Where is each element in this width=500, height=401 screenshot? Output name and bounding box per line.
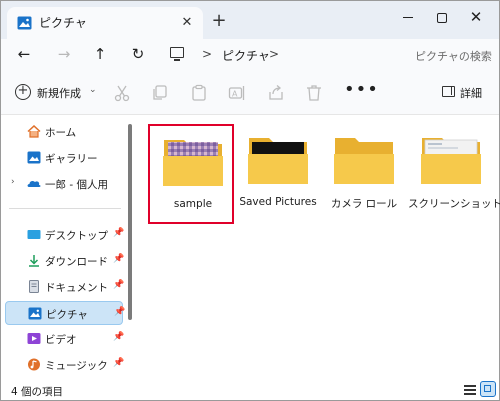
folder-icon — [163, 140, 223, 186]
sidebar-divider — [9, 208, 121, 209]
breadcrumb-pictures[interactable]: ピクチャ — [222, 47, 270, 64]
sidebar-item-label: ダウンロード — [45, 256, 108, 268]
sidebar-scrollbar[interactable] — [127, 116, 133, 378]
music-icon — [28, 358, 40, 371]
video-icon — [27, 333, 41, 344]
onedrive-icon — [27, 180, 41, 187]
folder-item-sample[interactable]: sample — [148, 124, 234, 224]
expand-chevron-icon[interactable]: › — [11, 177, 15, 187]
home-icon — [27, 125, 41, 138]
folder-item-camera-roll[interactable]: カメラ ロール — [321, 124, 407, 224]
sidebar-item-downloads[interactable]: ダウンロード 📌 — [5, 249, 124, 273]
sidebar-item-label: ミュージック — [45, 360, 108, 372]
download-icon — [29, 255, 39, 267]
folder-name: Saved Pictures — [239, 196, 317, 208]
document-icon — [29, 280, 39, 293]
tiles-view-button[interactable] — [480, 381, 496, 397]
sidebar-item-onedrive[interactable]: › 一郎 - 個人用 — [5, 172, 123, 196]
folder-icon — [334, 138, 394, 184]
delete-icon[interactable] — [305, 84, 323, 102]
sidebar-item-gallery[interactable]: ギャラリー — [5, 146, 123, 170]
status-bar: 4 個の項目 — [1, 378, 499, 400]
folder-name: sample — [173, 198, 213, 210]
tab-pictures[interactable]: ピクチャ ✕ — [7, 7, 203, 39]
pictures-icon — [17, 16, 32, 30]
more-options-button[interactable]: ••• — [344, 81, 378, 103]
sidebar-item-label: ビデオ — [45, 334, 77, 346]
command-bar: + 新規作成 ⌄ A ••• 詳細 — [1, 69, 499, 115]
sidebar-item-music[interactable]: ミュージック 📌 — [5, 353, 124, 377]
pin-icon[interactable]: 📌 — [113, 332, 124, 342]
sidebar-item-label: ギャラリー — [45, 153, 98, 165]
breadcrumb-separator[interactable]: > — [202, 47, 212, 61]
maximize-icon — [437, 12, 447, 23]
folder-name: スクリーンショット — [408, 198, 500, 210]
pin-icon[interactable]: 📌 — [113, 254, 124, 264]
sidebar-item-videos[interactable]: ビデオ 📌 — [5, 327, 124, 351]
pin-icon[interactable]: 📌 — [113, 228, 124, 238]
title-bar: ピクチャ ✕ + ✕ — [1, 1, 499, 39]
folder-icon — [248, 138, 308, 184]
copy-icon[interactable] — [151, 84, 169, 102]
sidebar-item-home[interactable]: ホーム — [5, 120, 123, 144]
address-row: ← → ↑ ↻ > ピクチャ > ピクチャの検索 — [1, 39, 499, 69]
desktop-icon — [27, 230, 41, 239]
details-button[interactable]: 詳細 — [438, 81, 498, 103]
pin-icon[interactable]: 📌 — [114, 307, 125, 317]
tab-title: ピクチャ — [39, 16, 87, 30]
plus-circle-icon: + — [15, 84, 31, 100]
sidebar-item-documents[interactable]: ドキュメント 📌 — [5, 275, 124, 299]
search-placeholder: ピクチャの検索 — [415, 50, 492, 63]
search-input[interactable]: ピクチャの検索 — [401, 43, 499, 67]
up-button[interactable]: ↑ — [87, 41, 113, 67]
sidebar-item-label: ピクチャ — [46, 309, 88, 321]
file-list: sample Saved Pictures カメラ ロール スクリーンショット — [136, 116, 500, 378]
new-item-label: 新規作成 — [37, 87, 81, 100]
cut-icon[interactable] — [113, 84, 131, 102]
refresh-button[interactable]: ↻ — [125, 41, 151, 67]
details-pane-icon — [442, 86, 455, 97]
gallery-icon — [27, 151, 41, 164]
pin-icon[interactable]: 📌 — [113, 280, 124, 290]
sidebar-item-label: デスクトップ — [45, 230, 108, 242]
folder-name: カメラ ロール — [330, 198, 398, 210]
breadcrumb-separator-end[interactable]: > — [269, 47, 279, 61]
sidebar-item-pictures[interactable]: ピクチャ 📌 — [5, 301, 125, 325]
folder-item-screenshots[interactable]: スクリーンショット — [408, 124, 500, 224]
details-label: 詳細 — [460, 87, 482, 100]
sidebar-item-desktop[interactable]: デスクトップ 📌 — [5, 223, 124, 247]
share-icon[interactable] — [267, 84, 285, 102]
scrollbar-thumb[interactable] — [128, 124, 132, 320]
forward-button[interactable]: → — [51, 41, 77, 67]
address-bar[interactable]: > ピクチャ > — [166, 43, 394, 67]
new-tab-button[interactable]: + — [209, 11, 229, 31]
sidebar-item-label: ドキュメント — [45, 282, 108, 294]
maximize-button[interactable] — [425, 5, 459, 29]
sidebar-item-label: 一郎 - 個人用 — [45, 179, 108, 191]
close-button[interactable]: ✕ — [459, 5, 493, 29]
minimize-button[interactable] — [391, 5, 425, 29]
details-view-button[interactable] — [462, 381, 478, 397]
tab-close-icon[interactable]: ✕ — [179, 15, 195, 31]
pictures-icon — [28, 307, 42, 320]
back-button[interactable]: ← — [11, 41, 37, 67]
item-count: 4 個の項目 — [11, 386, 64, 398]
sidebar-item-label: ホーム — [45, 127, 77, 139]
rename-icon[interactable]: A — [228, 84, 246, 102]
folder-icon — [421, 138, 481, 184]
pin-icon[interactable]: 📌 — [113, 358, 124, 368]
explorer-window: ピクチャ ✕ + ✕ ← → ↑ ↻ > ピクチャ > ピクチャの検索 + 新規… — [0, 0, 500, 401]
navigation-pane: ホーム ギャラリー › 一郎 - 個人用 デスクトップ 📌 ダウンロード 📌 ド… — [1, 116, 125, 378]
paste-icon[interactable] — [190, 84, 208, 102]
chevron-down-icon: ⌄ — [89, 85, 97, 95]
svg-text:A: A — [232, 90, 238, 99]
folder-item-saved-pictures[interactable]: Saved Pictures — [235, 124, 321, 224]
minimize-icon — [403, 17, 413, 18]
